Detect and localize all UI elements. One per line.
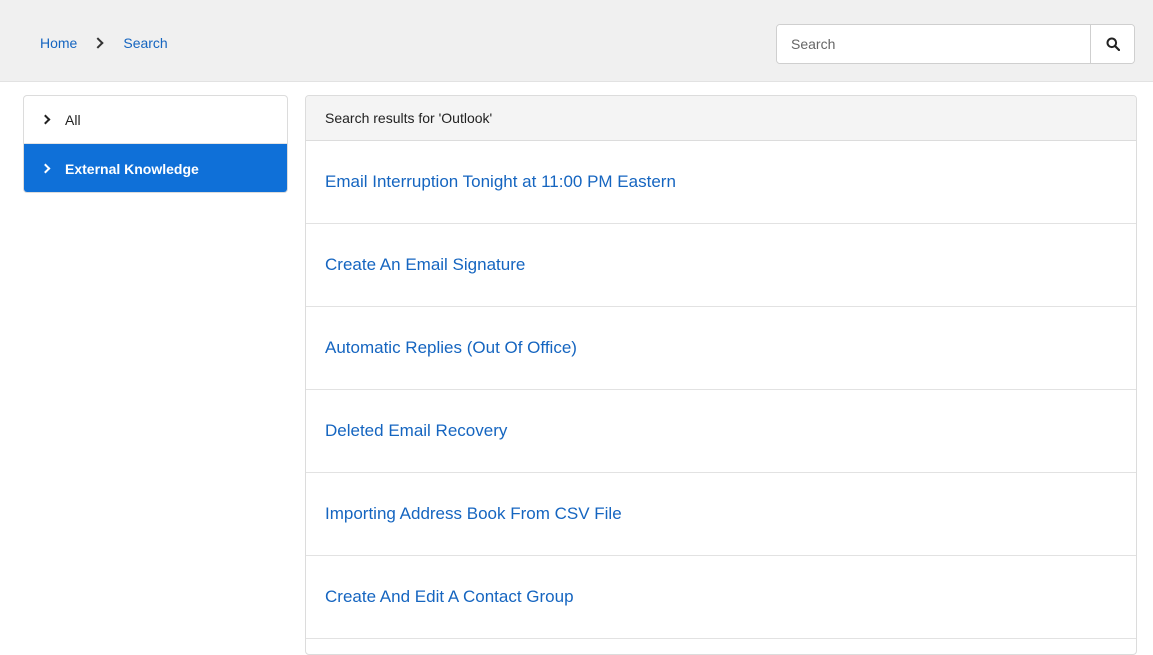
- search-form: [776, 24, 1135, 64]
- search-icon: [1106, 37, 1120, 51]
- result-row: Deleted Email Recovery: [306, 390, 1136, 473]
- sidebar-item-label: All: [65, 111, 81, 128]
- chevron-right-icon: [92, 37, 105, 49]
- result-row: Automatic Replies (Out Of Office): [306, 307, 1136, 390]
- result-row: Create An Email Signature: [306, 224, 1136, 307]
- top-bar: Home Search: [0, 0, 1153, 82]
- result-link[interactable]: Importing Address Book From CSV File: [325, 504, 622, 524]
- result-link[interactable]: Create An Email Signature: [325, 255, 525, 275]
- result-link[interactable]: Create And Edit A Contact Group: [325, 587, 574, 607]
- sidebar-item-label: External Knowledge: [65, 160, 199, 177]
- result-row: Importing Address Book From CSV File: [306, 473, 1136, 556]
- result-link[interactable]: Email Interruption Tonight at 11:00 PM E…: [325, 172, 676, 192]
- result-row: Email Interruption Tonight at 11:00 PM E…: [306, 141, 1136, 224]
- chevron-right-icon: [40, 114, 51, 125]
- result-row: Create And Edit A Contact Group: [306, 556, 1136, 639]
- breadcrumb: Home Search: [40, 34, 168, 52]
- sidebar-filter: All External Knowledge: [23, 95, 288, 193]
- breadcrumb-search-link[interactable]: Search: [123, 34, 167, 52]
- search-results-panel: Search results for 'Outlook' Email Inter…: [305, 95, 1137, 655]
- breadcrumb-home-link[interactable]: Home: [40, 34, 77, 52]
- result-link[interactable]: Automatic Replies (Out Of Office): [325, 338, 577, 358]
- search-button[interactable]: [1090, 25, 1134, 63]
- sidebar-item-all[interactable]: All: [24, 96, 287, 144]
- results-header: Search results for 'Outlook': [306, 96, 1136, 141]
- search-input[interactable]: [777, 25, 1090, 63]
- result-link[interactable]: Deleted Email Recovery: [325, 421, 507, 441]
- chevron-right-icon: [40, 163, 51, 174]
- sidebar-item-external-knowledge[interactable]: External Knowledge: [24, 144, 287, 192]
